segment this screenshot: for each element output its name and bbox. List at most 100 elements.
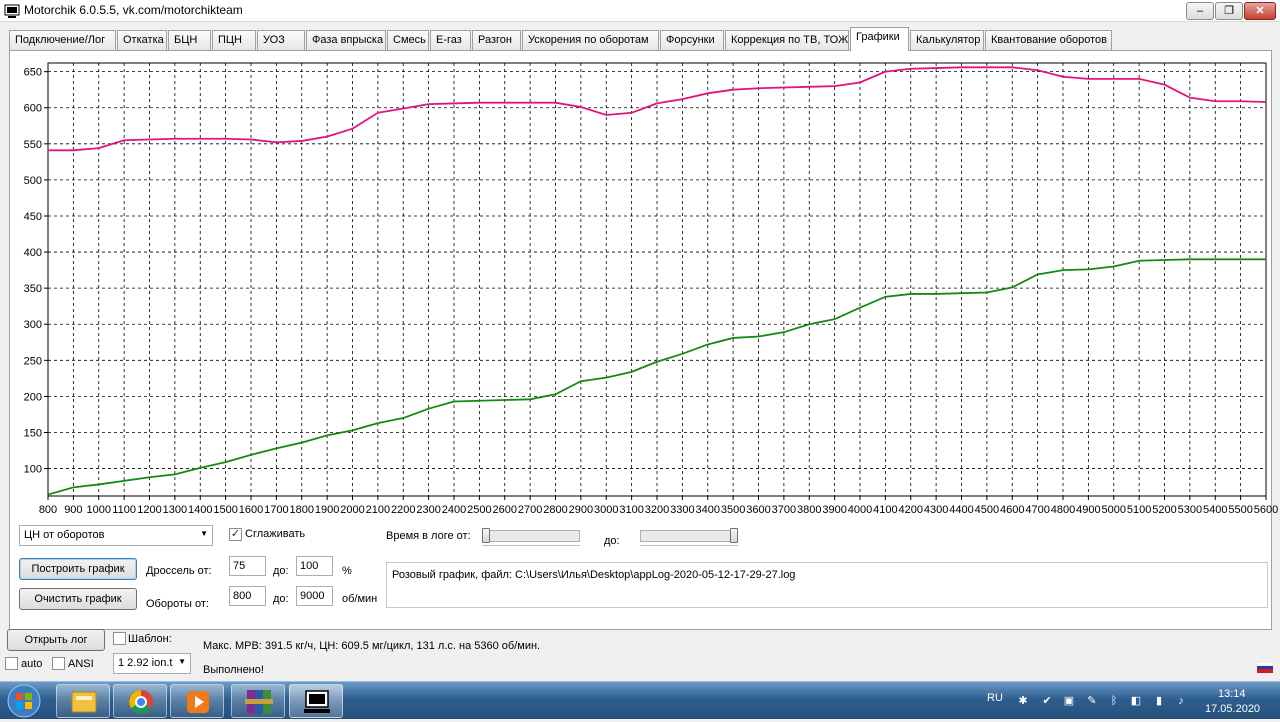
y-tick-label: 250 xyxy=(24,355,42,367)
language-indicator[interactable]: RU xyxy=(987,692,1003,704)
template-select-value: 1 2.92 ion.t xyxy=(118,657,173,669)
x-tick-label: 4100 xyxy=(873,504,897,516)
y-tick-label: 500 xyxy=(24,175,42,187)
x-tick-label: 3100 xyxy=(619,504,643,516)
x-tick-label: 4500 xyxy=(975,504,999,516)
x-tick-label: 5100 xyxy=(1127,504,1151,516)
auto-checkbox[interactable] xyxy=(5,657,18,670)
slider-to-baseline xyxy=(640,545,738,546)
log-time-to-label: до: xyxy=(604,535,620,547)
x-tick-label: 4600 xyxy=(1000,504,1024,516)
chart-x-ticks: 800 900 1000 1100 1200 1300 1400 1500 1600 1700 18… xyxy=(39,496,1278,516)
x-tick-label: 1300 xyxy=(163,504,187,516)
throttle-label: Дроссель от: xyxy=(146,565,212,577)
volume-icon[interactable]: ♪ xyxy=(1174,694,1188,708)
clock-time[interactable]: 13:14 xyxy=(1218,688,1246,700)
display-icon[interactable]: ▣ xyxy=(1062,694,1076,708)
log-time-to-slider[interactable] xyxy=(640,530,738,542)
tab-graphs[interactable]: Графики xyxy=(850,27,909,51)
device-icon[interactable]: ◧ xyxy=(1129,694,1143,708)
x-tick-label: 4000 xyxy=(848,504,872,516)
throttle-to-label: до: xyxy=(273,565,289,577)
throttle-unit: % xyxy=(342,565,352,577)
bluetooth-icon[interactable]: ᛒ xyxy=(1107,694,1121,708)
winrar-icon[interactable] xyxy=(231,684,285,718)
y-tick-label: 100 xyxy=(24,464,42,476)
rpm-to-input[interactable]: 9000 xyxy=(296,586,333,606)
taskbar: RU ✱ ✔ ▣ ✎ ᛒ ◧ ▮ ♪ 13:14 17.05.2020 xyxy=(0,681,1280,719)
rpm-to-label: до: xyxy=(273,593,289,605)
clear-graph-button[interactable]: Очистить график xyxy=(19,588,137,610)
x-tick-label: 2900 xyxy=(569,504,593,516)
rpm-from-input[interactable]: 800 xyxy=(229,586,266,606)
explorer-icon[interactable] xyxy=(56,684,110,718)
rpm-unit: об/мин xyxy=(342,593,378,605)
smooth-label: Сглаживать xyxy=(245,528,306,540)
x-tick-label: 3900 xyxy=(822,504,846,516)
x-tick-label: 2000 xyxy=(340,504,364,516)
x-tick-label: 1600 xyxy=(239,504,263,516)
x-tick-label: 5000 xyxy=(1102,504,1126,516)
security-icon[interactable]: ✔ xyxy=(1040,694,1054,708)
x-tick-label: 1400 xyxy=(188,504,212,516)
build-graph-button[interactable]: Построить график xyxy=(19,558,137,580)
template-checkbox[interactable] xyxy=(113,632,126,645)
log-time-to-thumb[interactable] xyxy=(730,528,738,543)
x-tick-label: 2700 xyxy=(518,504,542,516)
x-tick-label: 2600 xyxy=(493,504,517,516)
chart-grid xyxy=(47,62,1267,497)
x-tick-label: 1800 xyxy=(290,504,314,516)
media-player-icon[interactable] xyxy=(170,684,224,718)
motorchik-icon[interactable] xyxy=(289,684,343,718)
chart: 100 150 200 250 300 350 400 450 500 550 600 650 800… xyxy=(24,62,1278,516)
log-time-from-label: Время в логе от: xyxy=(386,530,471,542)
x-tick-label: 1000 xyxy=(87,504,111,516)
signal-icon[interactable]: ▮ xyxy=(1152,694,1166,708)
chart-y-ticks: 100 150 200 250 300 350 400 450 500 550 600 650 xyxy=(24,67,48,476)
open-log-button[interactable]: Открыть лог xyxy=(7,629,105,651)
x-tick-label: 4800 xyxy=(1051,504,1075,516)
y-tick-label: 450 xyxy=(24,211,42,223)
x-tick-label: 2200 xyxy=(391,504,415,516)
chevron-down-icon: ▼ xyxy=(200,529,208,538)
x-tick-label: 4300 xyxy=(924,504,948,516)
x-tick-label: 1100 xyxy=(112,504,136,516)
x-tick-label: 3000 xyxy=(594,504,618,516)
template-label: Шаблон: xyxy=(128,633,172,645)
smooth-checkbox[interactable]: ✓ xyxy=(229,528,242,541)
x-tick-label: 4900 xyxy=(1076,504,1100,516)
throttle-to-input[interactable]: 100 xyxy=(296,556,333,576)
x-tick-label: 3200 xyxy=(645,504,669,516)
x-tick-label: 5600 xyxy=(1254,504,1278,516)
x-tick-label: 2800 xyxy=(543,504,567,516)
x-tick-label: 3500 xyxy=(721,504,745,516)
russian-flag-icon xyxy=(1257,662,1273,673)
clock-date[interactable]: 17.05.2020 xyxy=(1205,703,1260,715)
log-time-from-thumb[interactable] xyxy=(482,528,490,543)
auto-label: auto xyxy=(21,658,43,670)
slider-from-baseline xyxy=(482,545,580,546)
graph-type-value: ЦН от оборотов xyxy=(24,529,105,541)
x-tick-label: 5200 xyxy=(1152,504,1176,516)
network-warning-icon[interactable]: ✱ xyxy=(1016,694,1030,708)
windows-orb-icon[interactable] xyxy=(4,683,44,719)
log-time-from-slider[interactable] xyxy=(482,530,580,542)
graph-type-select[interactable]: ЦН от оборотов ▼ xyxy=(19,525,213,546)
y-tick-label: 300 xyxy=(24,319,42,331)
chevron-down-icon: ▼ xyxy=(178,657,186,666)
y-tick-label: 350 xyxy=(24,283,42,295)
x-tick-label: 900 xyxy=(64,504,82,516)
x-tick-label: 1900 xyxy=(315,504,339,516)
chrome-icon[interactable] xyxy=(113,684,167,718)
ansi-checkbox[interactable] xyxy=(52,657,65,670)
throttle-from-input[interactable]: 75 xyxy=(229,556,266,576)
x-tick-label: 800 xyxy=(39,504,57,516)
x-tick-label: 2400 xyxy=(442,504,466,516)
rpm-label: Обороты от: xyxy=(146,598,209,610)
pen-icon[interactable]: ✎ xyxy=(1085,694,1099,708)
info-box: Розовый график, файл: C:\Users\Илья\Desk… xyxy=(386,562,1268,608)
x-tick-label: 3700 xyxy=(772,504,796,516)
x-tick-label: 1200 xyxy=(137,504,161,516)
y-tick-label: 650 xyxy=(24,67,42,79)
template-select[interactable]: 1 2.92 ion.t ▼ xyxy=(113,653,191,674)
